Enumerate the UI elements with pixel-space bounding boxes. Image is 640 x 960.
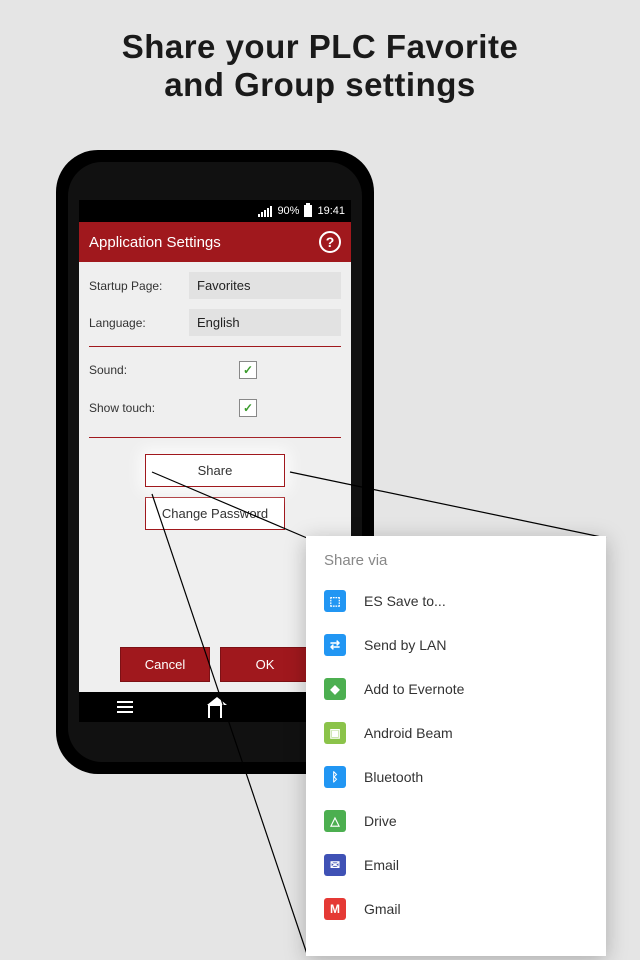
headline-line1: Share your PLC Favorite — [20, 28, 620, 66]
promo-headline: Share your PLC Favorite and Group settin… — [0, 0, 640, 114]
signal-icon — [258, 206, 272, 217]
startup-dropdown[interactable]: Favorites — [189, 272, 341, 299]
share-item-label: Gmail — [364, 901, 401, 917]
share-item-label: Add to Evernote — [364, 681, 464, 697]
bluetooth-icon: ᛒ — [324, 766, 346, 788]
touch-label: Show touch: — [89, 401, 239, 415]
es-icon: ⬚ — [324, 590, 346, 612]
share-item-beam[interactable]: ▣ Android Beam — [306, 711, 606, 755]
menu-icon[interactable] — [117, 701, 133, 713]
app-bar: Application Settings ? — [79, 222, 351, 262]
language-row: Language: English — [89, 309, 341, 336]
drive-icon: △ — [324, 810, 346, 832]
touch-checkbox[interactable]: ✓ — [239, 399, 257, 417]
headline-line2: and Group settings — [20, 66, 620, 104]
sound-row: Sound: ✓ — [89, 361, 341, 379]
sound-checkbox[interactable]: ✓ — [239, 361, 257, 379]
lan-icon: ⇄ — [324, 634, 346, 656]
share-item-label: Send by LAN — [364, 637, 447, 653]
startup-label: Startup Page: — [89, 279, 179, 293]
divider — [89, 346, 341, 347]
share-item-gmail[interactable]: M Gmail — [306, 887, 606, 931]
share-sheet: Share via ⬚ ES Save to... ⇄ Send by LAN … — [306, 536, 606, 956]
battery-pct: 90% — [277, 205, 299, 217]
evernote-icon: ◆ — [324, 678, 346, 700]
status-bar: 90% 19:41 — [79, 200, 351, 222]
sound-label: Sound: — [89, 363, 239, 377]
help-icon[interactable]: ? — [319, 231, 341, 253]
home-icon[interactable] — [208, 704, 222, 718]
share-item-label: Email — [364, 857, 399, 873]
email-icon: ✉ — [324, 854, 346, 876]
app-bar-title: Application Settings — [89, 234, 221, 251]
language-dropdown[interactable]: English — [189, 309, 341, 336]
share-item-bluetooth[interactable]: ᛒ Bluetooth — [306, 755, 606, 799]
cancel-button[interactable]: Cancel — [120, 647, 210, 682]
android-beam-icon: ▣ — [324, 722, 346, 744]
share-item-es[interactable]: ⬚ ES Save to... — [306, 579, 606, 623]
battery-icon — [304, 205, 312, 217]
share-item-email[interactable]: ✉ Email — [306, 843, 606, 887]
ok-button[interactable]: OK — [220, 647, 310, 682]
share-item-drive[interactable]: △ Drive — [306, 799, 606, 843]
share-item-label: Drive — [364, 813, 397, 829]
share-button[interactable]: Share — [145, 454, 285, 487]
share-item-label: Android Beam — [364, 725, 453, 741]
touch-row: Show touch: ✓ — [89, 399, 341, 417]
change-password-button[interactable]: Change Password — [145, 497, 285, 530]
gmail-icon: M — [324, 898, 346, 920]
startup-row: Startup Page: Favorites — [89, 272, 341, 299]
divider — [89, 437, 341, 438]
share-item-evernote[interactable]: ◆ Add to Evernote — [306, 667, 606, 711]
share-item-lan[interactable]: ⇄ Send by LAN — [306, 623, 606, 667]
share-item-label: Bluetooth — [364, 769, 423, 785]
share-sheet-title: Share via — [306, 552, 606, 579]
share-item-label: ES Save to... — [364, 593, 446, 609]
button-stack: Share Change Password — [89, 454, 341, 530]
language-label: Language: — [89, 316, 179, 330]
clock: 19:41 — [317, 205, 345, 217]
